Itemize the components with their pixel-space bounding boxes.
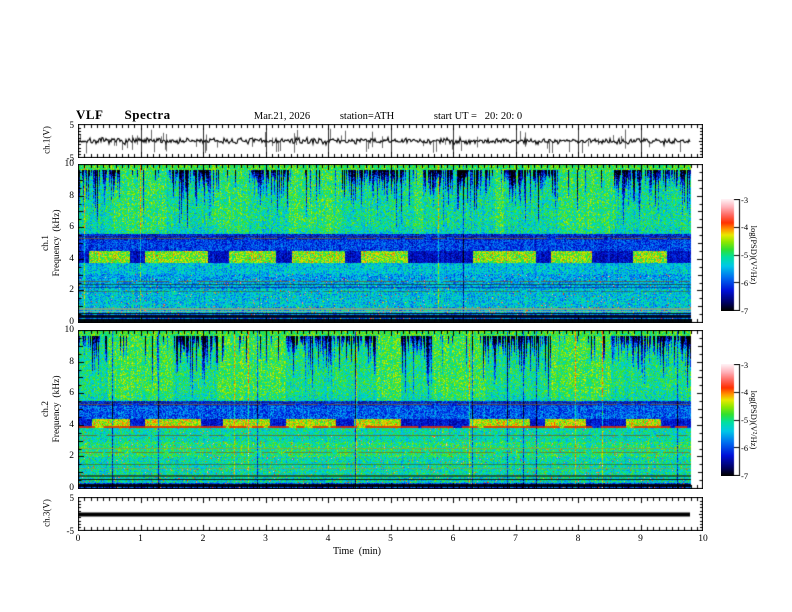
ch1-voltage-waveform-canvas: [78, 124, 703, 158]
figure-title: VLF Spectra: [76, 107, 171, 122]
time-tick-label: 10: [698, 534, 708, 544]
ch2-freq-tick-label: 8: [69, 356, 74, 367]
colorbar-ch2-canvas: [721, 364, 741, 476]
start-ut-label: start UT = 20: 20: 0: [433, 111, 523, 122]
ch1-frequency-axis-label: ch.1 Frequency (kHz): [41, 209, 63, 276]
time-tick-label: 1: [138, 534, 143, 544]
colorbar1-psd-label: log(PSD)(V²/Hz): [749, 225, 759, 285]
ch1-volt-tick-label: 5: [69, 119, 75, 130]
colorbar-ch1-canvas: [721, 199, 741, 311]
ch3-voltage-waveform-canvas: [78, 497, 703, 531]
colorbar2-tick-label: -3: [741, 359, 749, 370]
time-tick-label: 9: [638, 534, 643, 544]
time-tick-label: 3: [263, 534, 268, 544]
ch2-freq-tick-label: 10: [64, 325, 75, 335]
colorbar2-psd-label: log(PSD)(V²/Hz): [749, 390, 759, 450]
colorbar1-tick-label: -5: [741, 250, 749, 260]
time-tick-label: 2: [200, 534, 206, 544]
ch2-label-line1: ch.2: [41, 400, 51, 418]
ch1-spectrogram-canvas: [78, 164, 703, 323]
colorbar1-tick-label: -6: [741, 277, 749, 288]
ch2-freq-tick-label: 4: [69, 419, 74, 430]
colorbar2-tick-label: -4: [741, 387, 749, 398]
ch2-spectrogram-canvas: [78, 330, 703, 489]
colorbar1-tick-label: -3: [741, 194, 749, 205]
ch1-freq-tick-label: 6: [69, 222, 74, 233]
ch1-volt-tick-label: -5: [66, 152, 75, 163]
ch1-freq-tick-label: 2: [69, 285, 74, 296]
colorbar2-tick-label: -5: [741, 415, 749, 425]
colorbar2-tick-label: -7: [741, 470, 749, 481]
station-label: station=ATH: [339, 111, 395, 122]
colorbar1-tick-label: -7: [741, 305, 749, 316]
frequency-label-line2: Frequency (kHz): [52, 209, 62, 277]
colorbar1-tick-label: -4: [741, 222, 749, 233]
vlf-spectra-figure: VLF Spectra Mar.21, 2026 station=ATH sta…: [0, 0, 792, 612]
colorbar2-tick-label: -6: [741, 442, 749, 453]
ch1-label-line1: ch.1: [41, 234, 51, 252]
time-tick-label: 4: [325, 534, 331, 544]
ch1-freq-tick-label: 4: [69, 253, 74, 264]
time-tick-label: 5: [388, 534, 393, 544]
ch2-frequency-axis-label: ch.2 Frequency (kHz): [41, 375, 63, 442]
ch3-volt-tick-label: 5: [69, 492, 75, 503]
frequency-label-line2b: Frequency (kHz): [52, 375, 62, 443]
time-tick-label: 6: [450, 534, 456, 544]
date-label: Mar.21, 2026: [253, 111, 311, 122]
time-tick-label: 8: [575, 534, 581, 544]
ch2-freq-tick-label: 6: [69, 388, 74, 399]
ch1-freq-tick-label: 8: [69, 190, 74, 201]
time-axis-label: Time (min): [333, 546, 381, 557]
ch2-freq-tick-label: 2: [69, 451, 74, 462]
ch3-volt-tick-label: -5: [66, 525, 75, 536]
time-tick-label: 7: [513, 534, 518, 544]
